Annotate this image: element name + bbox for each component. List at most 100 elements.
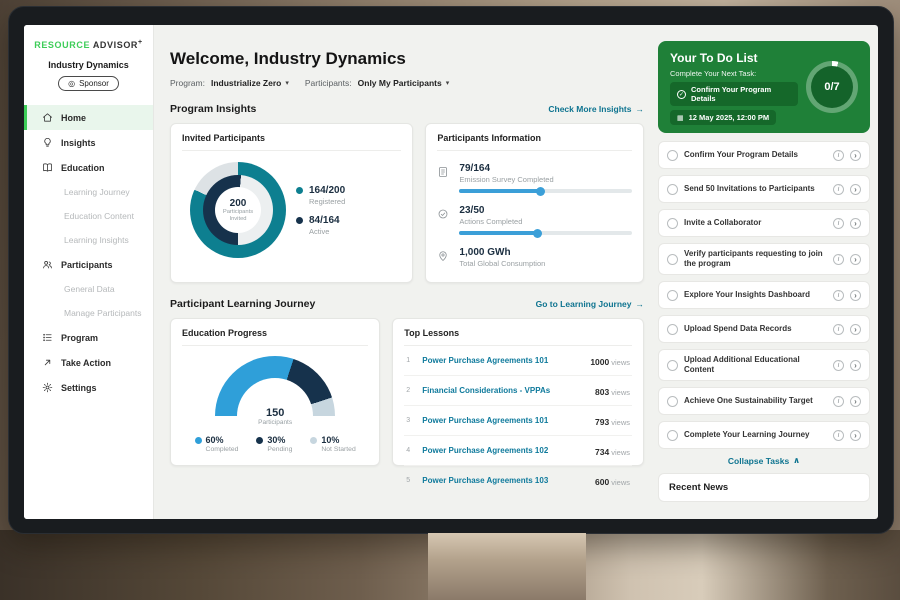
people-icon bbox=[42, 259, 53, 270]
lesson-link[interactable]: Power Purchase Agreements 103 bbox=[422, 476, 587, 485]
bulb-icon bbox=[42, 137, 53, 148]
participants-info-rows: 79/164 Emission Survey Completed bbox=[437, 151, 632, 268]
sidebar-item-learning-insights[interactable]: Learning Insights bbox=[24, 228, 153, 252]
go-to-learning-journey-link[interactable]: Go to Learning Journey → bbox=[536, 299, 644, 309]
card-title: Top Lessons bbox=[404, 328, 632, 346]
task-row-upload-educational-content[interactable]: Upload Additional Educational Content i … bbox=[658, 349, 870, 381]
section-title: Program Insights bbox=[170, 103, 256, 115]
lesson-link[interactable]: Power Purchase Agreements 101 bbox=[422, 356, 582, 365]
task-checkbox[interactable] bbox=[667, 396, 678, 407]
participants-select[interactable]: Only My Participants ▾ bbox=[358, 78, 450, 88]
task-row-explore-insights[interactable]: Explore Your Insights Dashboard i › bbox=[658, 281, 870, 309]
sidebar-item-general-data[interactable]: General Data bbox=[24, 277, 153, 301]
info-icon[interactable]: i bbox=[833, 150, 844, 161]
sidebar-item-program[interactable]: Program bbox=[24, 325, 153, 350]
legend-value: 60% bbox=[206, 435, 239, 445]
chevron-down-icon: ▾ bbox=[446, 79, 450, 87]
lesson-views-label: views bbox=[611, 418, 630, 427]
lesson-rank: 5 bbox=[406, 477, 414, 484]
task-row-complete-learning-journey[interactable]: Complete Your Learning Journey i › bbox=[658, 421, 870, 449]
lesson-row[interactable]: 1 Power Purchase Agreements 101 1000view… bbox=[404, 346, 632, 376]
task-row-upload-spend-data[interactable]: Upload Spend Data Records i › bbox=[658, 315, 870, 343]
logo-text-advisor: ADVISOR bbox=[93, 40, 138, 50]
program-select[interactable]: Industrialize Zero ▾ bbox=[211, 78, 289, 88]
app-logo: RESOURCE ADVISOR+ bbox=[24, 39, 153, 50]
legend-label: Active bbox=[309, 227, 340, 236]
chevron-right-icon[interactable]: › bbox=[850, 150, 861, 161]
sidebar-item-label: Home bbox=[61, 113, 86, 123]
task-row-send-invitations[interactable]: Send 50 Invitations to Participants i › bbox=[658, 175, 870, 203]
sidebar-item-education[interactable]: Education bbox=[24, 155, 153, 180]
lesson-link[interactable]: Financial Considerations - VPPAs bbox=[422, 386, 587, 395]
next-task-label: Confirm Your Program Details bbox=[691, 85, 791, 103]
chevron-right-icon[interactable]: › bbox=[850, 218, 861, 229]
info-icon[interactable]: i bbox=[833, 290, 844, 301]
sidebar-item-take-action[interactable]: Take Action bbox=[24, 350, 153, 375]
sidebar-item-home[interactable]: Home bbox=[24, 105, 153, 130]
info-icon[interactable]: i bbox=[833, 184, 844, 195]
info-row-emission-survey: 79/164 Emission Survey Completed bbox=[437, 163, 632, 193]
task-checkbox[interactable] bbox=[667, 324, 678, 335]
main-content: Welcome, Industry Dynamics Program: Indu… bbox=[154, 25, 656, 519]
lesson-link[interactable]: Power Purchase Agreements 101 bbox=[422, 416, 587, 425]
lesson-row[interactable]: 4 Power Purchase Agreements 102 734views bbox=[404, 436, 632, 466]
task-row-verify-participants[interactable]: Verify participants requesting to join t… bbox=[658, 243, 870, 275]
task-checkbox[interactable] bbox=[667, 360, 678, 371]
sidebar-item-settings[interactable]: Settings bbox=[24, 375, 153, 400]
lesson-row[interactable]: 3 Power Purchase Agreements 101 793views bbox=[404, 406, 632, 436]
task-checkbox[interactable] bbox=[667, 184, 678, 195]
task-row-invite-collaborator[interactable]: Invite a Collaborator i › bbox=[658, 209, 870, 237]
info-icon[interactable]: i bbox=[833, 218, 844, 229]
todo-subtitle: Complete Your Next Task: bbox=[670, 69, 798, 78]
chevron-right-icon[interactable]: › bbox=[850, 430, 861, 441]
task-checkbox[interactable] bbox=[667, 254, 678, 265]
info-icon[interactable]: i bbox=[833, 396, 844, 407]
check-icon: ✓ bbox=[677, 90, 686, 99]
org-name: Industry Dynamics bbox=[24, 60, 153, 70]
lesson-rank: 2 bbox=[406, 387, 414, 394]
info-icon[interactable]: i bbox=[833, 360, 844, 371]
sidebar-item-participants[interactable]: Participants bbox=[24, 252, 153, 277]
lesson-row[interactable]: 2 Financial Considerations - VPPAs 803vi… bbox=[404, 376, 632, 406]
task-row-achieve-sustainability-target[interactable]: Achieve One Sustainability Target i › bbox=[658, 387, 870, 415]
collapse-tasks-button[interactable]: Collapse Tasks ∧ bbox=[728, 455, 800, 466]
task-checkbox[interactable] bbox=[667, 290, 678, 301]
legend-label: Completed bbox=[206, 446, 239, 453]
program-insights-header: Program Insights Check More Insights → bbox=[170, 103, 644, 115]
chevron-right-icon[interactable]: › bbox=[850, 254, 861, 265]
gear-icon bbox=[42, 382, 53, 393]
collapse-caret-icon: ∧ bbox=[793, 455, 800, 466]
chevron-right-icon[interactable]: › bbox=[850, 396, 861, 407]
sidebar-item-manage-participants[interactable]: Manage Participants bbox=[24, 301, 153, 325]
lesson-views: 600 bbox=[595, 477, 609, 487]
legend-value: 84/164 bbox=[309, 215, 340, 226]
task-label: Send 50 Invitations to Participants bbox=[684, 184, 827, 194]
arrow-right-icon: → bbox=[636, 299, 645, 309]
task-row-confirm-program[interactable]: Confirm Your Program Details i › bbox=[658, 141, 870, 169]
info-icon[interactable]: i bbox=[833, 324, 844, 335]
info-icon[interactable]: i bbox=[833, 254, 844, 265]
chevron-right-icon[interactable]: › bbox=[850, 290, 861, 301]
info-icon[interactable]: i bbox=[833, 430, 844, 441]
todo-progress-ring: 0/7 bbox=[806, 61, 858, 113]
invited-donut-center: 200 Participants Invited bbox=[215, 187, 261, 233]
education-progress-card: Education Progress 150 Participants bbox=[170, 318, 380, 466]
task-checkbox[interactable] bbox=[667, 218, 678, 229]
task-checkbox[interactable] bbox=[667, 150, 678, 161]
legend-dot bbox=[256, 437, 263, 444]
chevron-down-icon: ▾ bbox=[285, 79, 289, 87]
sidebar-item-learning-journey[interactable]: Learning Journey bbox=[24, 180, 153, 204]
chevron-right-icon[interactable]: › bbox=[850, 184, 861, 195]
top-lessons-card: Top Lessons 1 Power Purchase Agreements … bbox=[392, 318, 644, 466]
chevron-right-icon[interactable]: › bbox=[850, 324, 861, 335]
sponsor-badge: ◎ Sponsor bbox=[58, 76, 119, 91]
sidebar-item-education-content[interactable]: Education Content bbox=[24, 204, 153, 228]
task-checkbox[interactable] bbox=[667, 430, 678, 441]
program-select-value: Industrialize Zero bbox=[211, 78, 281, 88]
chevron-right-icon[interactable]: › bbox=[850, 360, 861, 371]
lesson-row[interactable]: 5 Power Purchase Agreements 103 600views bbox=[404, 466, 632, 495]
lesson-link[interactable]: Power Purchase Agreements 102 bbox=[422, 446, 587, 455]
collapse-label: Collapse Tasks bbox=[728, 456, 789, 466]
sidebar-item-insights[interactable]: Insights bbox=[24, 130, 153, 155]
check-more-insights-link[interactable]: Check More Insights → bbox=[548, 104, 644, 114]
